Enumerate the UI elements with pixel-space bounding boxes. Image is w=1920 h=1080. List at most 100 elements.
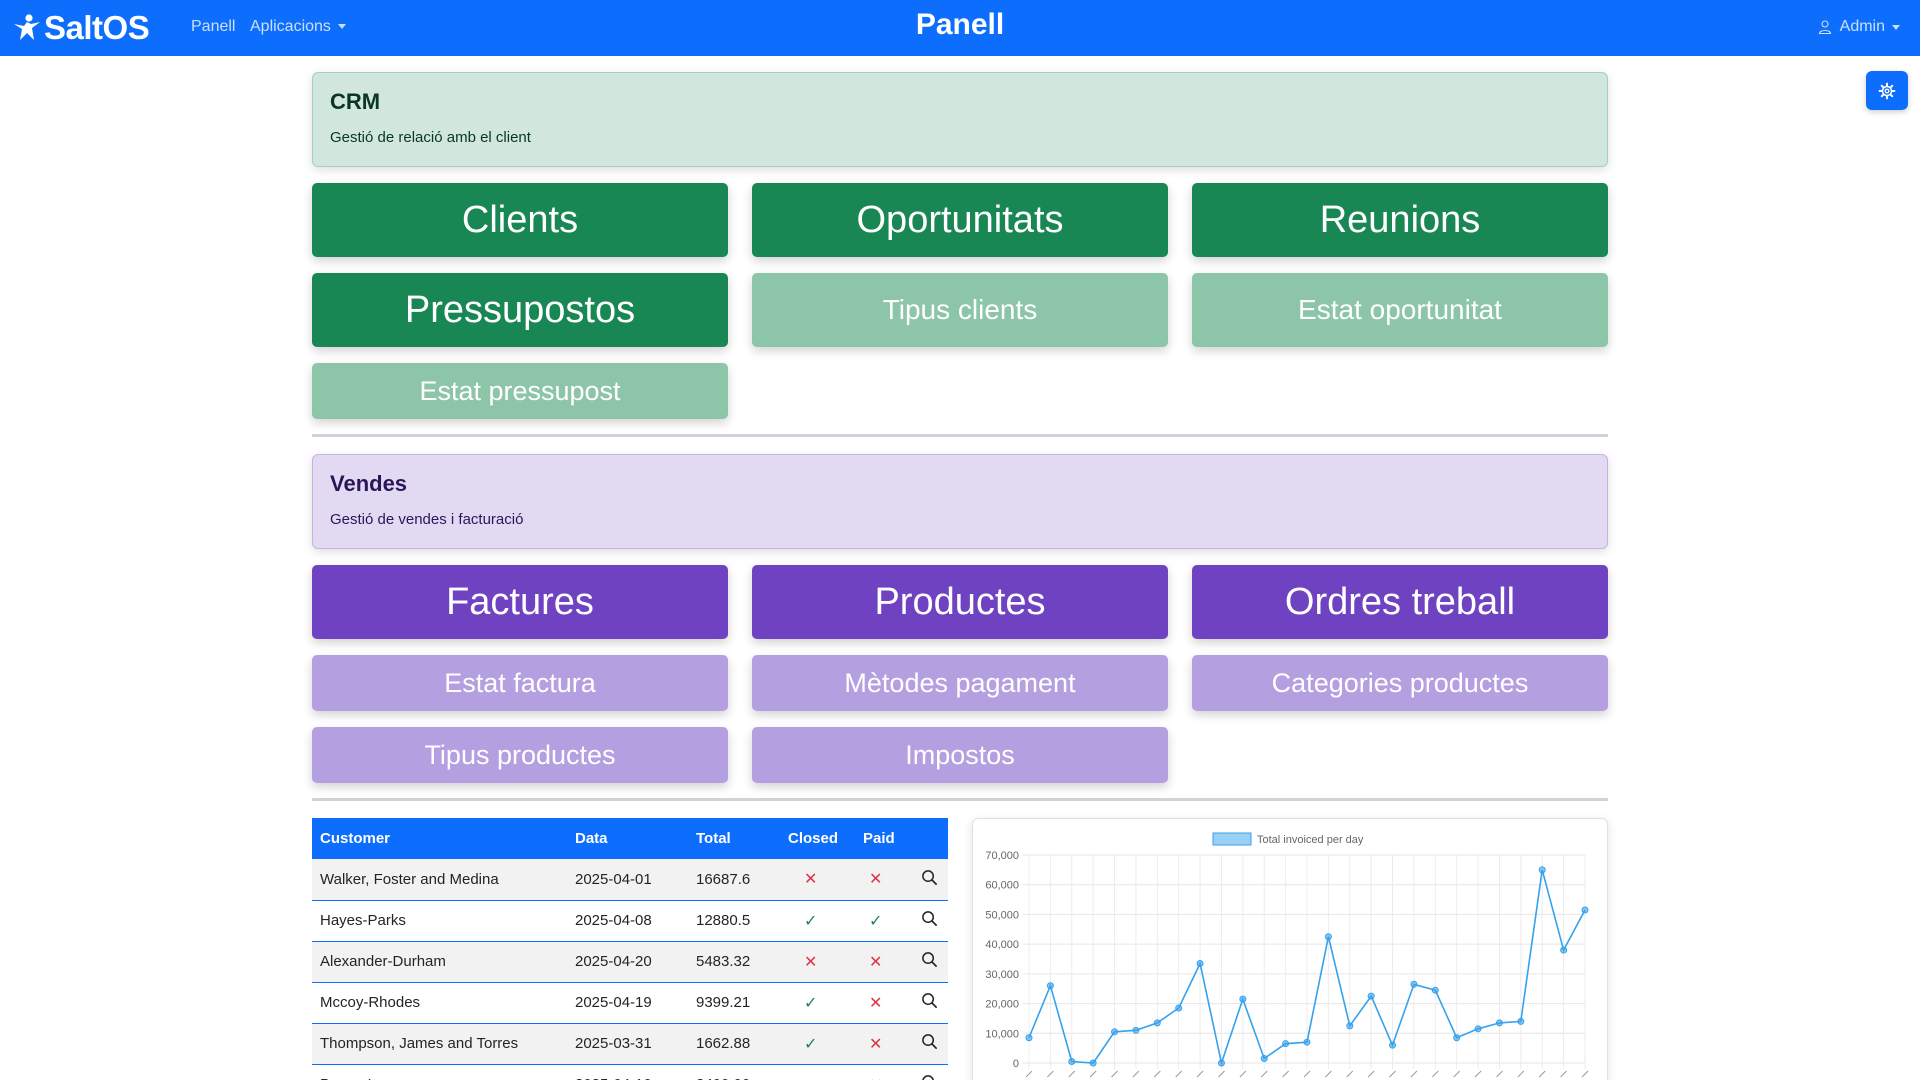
x-tick-mark	[1218, 1070, 1225, 1078]
cell-total: 12880.5	[688, 900, 780, 942]
tile-productes[interactable]: Productes	[752, 565, 1168, 639]
cell-closed: ✓	[780, 982, 855, 1024]
tile-estat-factura[interactable]: Estat factura	[312, 655, 728, 711]
table-row[interactable]: Thompson, James and Torres 2025-03-31 1662…	[312, 1023, 948, 1065]
column-header-total[interactable]: Total	[688, 818, 780, 859]
cell-customer: Alexander-Durham	[312, 941, 567, 983]
cell-total: 16687.6	[688, 859, 780, 901]
x-tick-mark	[1581, 1070, 1589, 1078]
cell-paid: ✕	[855, 941, 913, 983]
data-point	[1581, 906, 1589, 914]
crm-title: CRM	[330, 89, 381, 114]
tile-estat-oportunitat[interactable]: Estat oportunitat	[1192, 273, 1608, 347]
tile-oportunitats[interactable]: Oportunitats	[752, 183, 1168, 257]
table-row[interactable]: Walker, Foster and Medina 2025-04-01 16687…	[312, 859, 948, 901]
gear-icon	[1878, 82, 1896, 99]
cell-view	[913, 859, 948, 901]
tile-metodes-pagament[interactable]: Mètodes pagament	[752, 655, 1168, 711]
settings-button[interactable]	[1866, 71, 1908, 110]
user-menu-dropdown[interactable]: Admin	[1818, 18, 1900, 36]
search-icon[interactable]	[921, 869, 938, 890]
tile-categories-productes[interactable]: Categories productes	[1192, 655, 1608, 711]
table-header-row: Customer Data Total Closed Paid	[312, 818, 948, 859]
tile-factures[interactable]: Factures	[312, 565, 728, 639]
crm-info-card: CRM Gestió de relació amb el client	[312, 72, 1608, 167]
x-tick-mark	[1282, 1070, 1289, 1078]
column-header-customer[interactable]: Customer	[312, 818, 567, 859]
section-divider	[312, 434, 1608, 437]
data-point	[1346, 1022, 1354, 1030]
x-tick-mark	[1325, 1070, 1332, 1078]
x-tick-mark	[1453, 1070, 1461, 1078]
x-tick-mark	[1089, 1070, 1097, 1078]
data-point	[1089, 1059, 1097, 1067]
column-header-data[interactable]: Data	[567, 818, 688, 859]
tile-impostos[interactable]: Impostos	[752, 727, 1168, 783]
x-tick-mark	[1367, 1070, 1375, 1078]
tile-reunions[interactable]: Reunions	[1192, 183, 1608, 257]
nav-panell[interactable]: Panell	[191, 18, 235, 36]
table-row[interactable]: Mccoy-Rhodes 2025-04-19 9399.21 ✓ ✕	[312, 982, 948, 1024]
tile-clients[interactable]: Clients	[312, 183, 728, 257]
column-header-closed[interactable]: Closed	[780, 818, 855, 859]
brand-logo[interactable]: SaltOS	[12, 8, 150, 48]
data-point	[1068, 1058, 1076, 1066]
vendes-title: Vendes	[330, 471, 408, 496]
search-icon[interactable]	[921, 911, 938, 931]
data-point	[1303, 1038, 1311, 1046]
search-icon[interactable]	[921, 993, 938, 1013]
cell-customer: Walker, Foster and Medina	[312, 859, 567, 901]
data-point	[1517, 1017, 1525, 1025]
search-icon[interactable]	[921, 1034, 938, 1054]
cell-paid: ✓	[855, 900, 913, 942]
data-point	[1239, 995, 1247, 1003]
cell-paid: ✕	[855, 1023, 913, 1065]
cell-customer: Thompson, James and Torres	[312, 1023, 567, 1065]
table-row[interactable]: Bauer, I...2025-04-102400.00 ✓ ✕	[312, 1064, 948, 1080]
x-icon: ✕	[869, 994, 883, 1012]
cell-closed: ✓	[780, 1023, 855, 1065]
cell-view	[913, 1023, 948, 1065]
line-chart: 70,000 60,000 50,000 40,000 30,000 20,000 10,0…	[985, 832, 1589, 1078]
x-icon: ✕	[804, 871, 818, 889]
tile-pressupostos[interactable]: Pressupostos	[312, 273, 728, 347]
nav-aplicacions-dropdown[interactable]: Aplicacions	[250, 18, 346, 36]
x-tick-mark	[1111, 1070, 1118, 1078]
data-point	[1025, 1034, 1033, 1042]
x-icon: ✕	[869, 1077, 882, 1080]
invoiced-per-day-chart: 70,000 60,000 50,000 40,000 30,000 20,000 10,0…	[972, 818, 1608, 1080]
data-point	[1175, 1004, 1183, 1012]
brand-name: SaltOS	[44, 9, 150, 46]
y-tick-label: 60,000	[985, 880, 1019, 892]
cell-closed: ✕	[780, 941, 855, 983]
x-tick-mark	[1132, 1070, 1140, 1078]
data-point	[1324, 933, 1332, 941]
check-icon: ✓	[869, 912, 883, 930]
cell-view	[913, 900, 948, 942]
y-tick-label: 30,000	[985, 969, 1019, 981]
x-tick-mark	[1474, 1070, 1482, 1078]
x-tick-mark	[1389, 1070, 1396, 1078]
x-tick-mark	[1239, 1070, 1247, 1078]
table-row[interactable]: Alexander-Durham 2025-04-20 5483.32 ✕ ✕	[312, 941, 948, 983]
column-header-paid[interactable]: Paid	[855, 818, 913, 859]
tile-estat-pressupost[interactable]: Estat pressupost	[312, 363, 728, 419]
section-divider	[312, 798, 1608, 801]
x-tick-mark	[1025, 1070, 1033, 1078]
data-point	[1260, 1055, 1268, 1063]
crm-description: Gestió de relació amb el client	[330, 129, 531, 146]
y-tick-label: 40,000	[985, 939, 1019, 951]
legend-swatch	[1212, 832, 1252, 846]
tile-tipus-clients[interactable]: Tipus clients	[752, 273, 1168, 347]
search-icon[interactable]	[921, 952, 938, 972]
x-tick-mark	[1410, 1070, 1418, 1078]
tile-tipus-productes[interactable]: Tipus productes	[312, 727, 728, 783]
table-row[interactable]: Hayes-Parks 2025-04-08 12880.5 ✓ ✓	[312, 900, 948, 942]
x-icon: ✕	[804, 953, 818, 971]
tile-ordres-treball[interactable]: Ordres treball	[1192, 565, 1608, 639]
x-tick-mark	[1538, 1070, 1546, 1078]
cell-closed: ✕	[780, 859, 855, 901]
data-point	[1538, 866, 1546, 874]
x-icon: ✕	[869, 1035, 883, 1053]
data-point	[1453, 1034, 1461, 1042]
